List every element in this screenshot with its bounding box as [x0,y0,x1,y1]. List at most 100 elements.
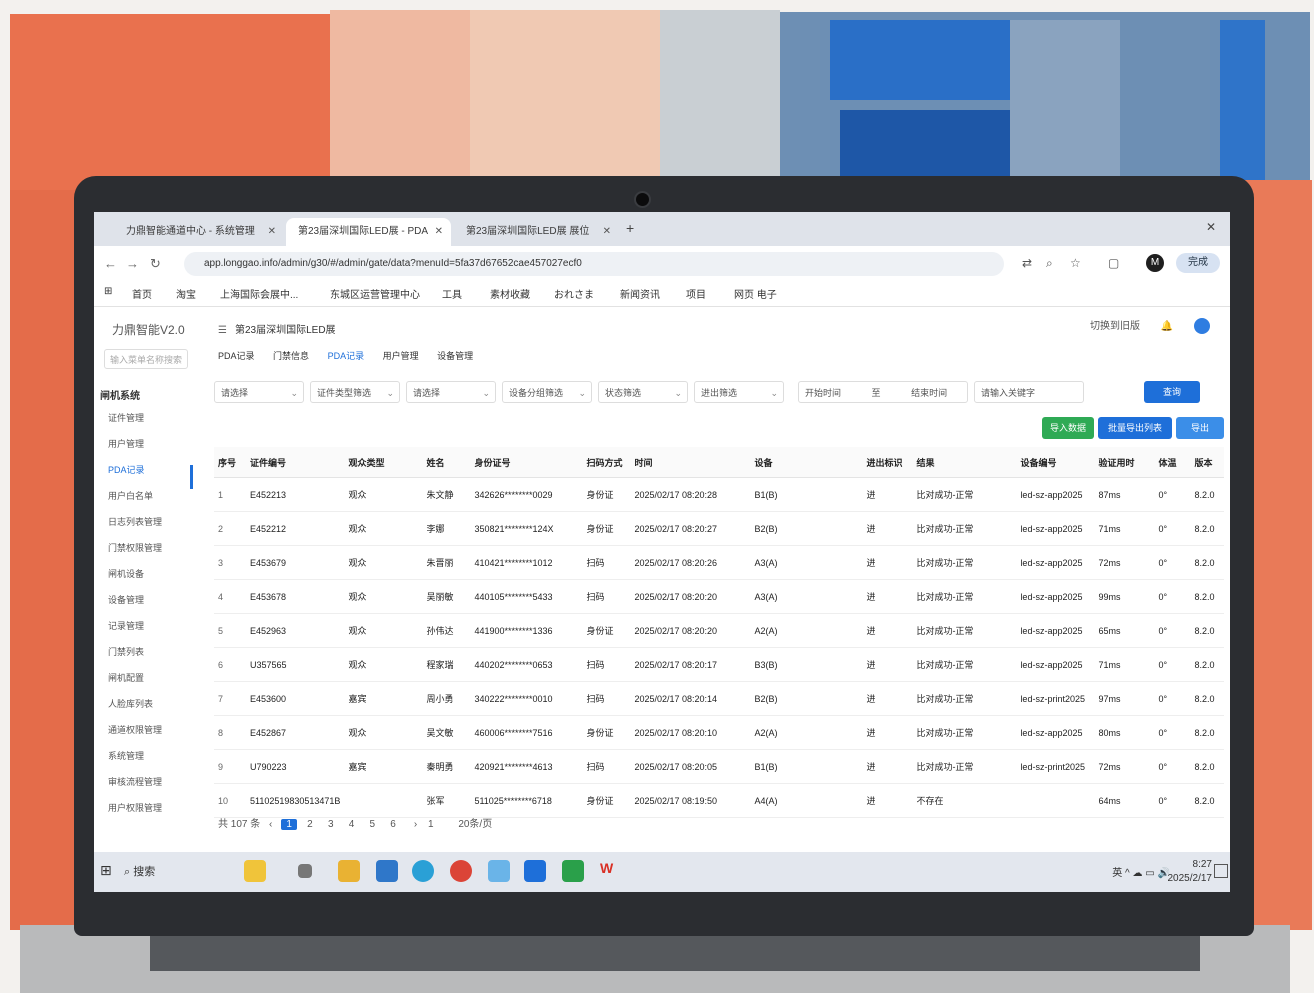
sidebar-item-active[interactable]: PDA记录 [108,463,145,476]
finish-button[interactable]: 完成 [1176,253,1220,273]
sidebar-item[interactable]: 闸机配置 [108,671,144,684]
sidebar-item[interactable]: 审核流程管理 [108,775,162,788]
bookmark[interactable]: 新闻资讯 [620,286,660,301]
filter-select[interactable]: 状态筛选 ⌄ [598,381,688,403]
translate-icon[interactable]: ⇄ [1022,256,1032,270]
close-icon[interactable]: ✕ [268,218,276,246]
column-header[interactable]: 序号 [214,447,246,478]
feishu-icon[interactable] [524,860,546,882]
page-size-select[interactable]: 20条/页 [458,819,492,830]
column-header[interactable]: 版本 [1190,447,1224,478]
url-field[interactable]: app.longgao.info/admin/g30/#/admin/gate/… [184,252,1004,276]
todo-icon[interactable] [562,860,584,882]
page-tab[interactable]: 用户管理 [383,351,419,361]
browser-tab[interactable]: 力鼎智能通道中心 - 系统管理 ✕ [114,218,284,246]
column-header[interactable]: 姓名 [422,447,471,478]
clock[interactable]: 8:27 2025/2/17 [1168,858,1213,886]
table-row[interactable]: 1 E452213 观众 朱文静 342626********0029 身份证 2025/0… [214,477,1224,512]
sidebar-item[interactable]: 用户白名单 [108,489,153,502]
batch-export-button[interactable]: 批量导出列表 [1098,417,1172,439]
star-icon[interactable]: ☆ [1070,256,1081,270]
filter-select[interactable]: 进出筛选 ⌄ [694,381,784,403]
sidebar-item[interactable]: 设备管理 [108,593,144,606]
bookmark[interactable]: 东城区运营管理中心 [330,286,420,301]
forward-icon[interactable]: → [126,256,139,271]
bell-icon[interactable]: 🔔 [1161,321,1173,332]
menu-toggle-icon[interactable]: ☰ [218,325,227,336]
edge-icon[interactable] [412,860,434,882]
table-row[interactable]: 5 E452963 观众 孙伟达 441900********1336 身份证 2025/0… [214,613,1224,648]
sidebar-item[interactable]: 系统管理 [108,749,144,762]
apps-icon[interactable]: ⊞ [104,286,112,297]
bookmark[interactable]: 项目 [686,286,706,301]
sidebar-search-input[interactable]: 输入菜单名称搜索 [104,349,188,369]
table-row[interactable]: 9 U790223 嘉宾 秦明勇 420921********4613 扫码 2025/02… [214,749,1224,784]
bookmark[interactable]: 首页 [132,286,152,301]
table-row[interactable]: 8 E452867 观众 吴文敏 460006********7516 身份证 2025/0… [214,715,1224,750]
sidebar-item[interactable]: 人脸库列表 [108,697,153,710]
page-number[interactable]: 2 [302,819,318,830]
table-row[interactable]: 6 U357565 观众 程家瑞 440202********0653 扫码 2025/02… [214,647,1224,682]
column-header[interactable]: 体温 [1154,447,1191,478]
page-tab[interactable]: 设备管理 [437,351,473,361]
column-header[interactable]: 验证用时 [1094,447,1155,478]
system-tray[interactable]: 英 ^ ☁ ▭ 🔊 [1112,864,1170,879]
window-close-icon[interactable]: ✕ [1206,220,1216,234]
column-header[interactable]: 观众类型 [344,447,423,478]
page-number[interactable]: 3 [323,819,339,830]
bookmark[interactable]: 淘宝 [176,286,196,301]
widgets-icon[interactable] [244,860,266,882]
table-row[interactable]: 10 51102519830513471B 张军 511025********6718… [214,783,1224,818]
bookmark[interactable]: おれさま [554,286,594,301]
page-number[interactable]: 6 [385,819,401,830]
filter-select[interactable]: 请选择 ⌄ [214,381,304,403]
column-header[interactable]: 结果 [912,447,1017,478]
bookmark[interactable]: 网页 电子 [734,286,777,301]
filter-select[interactable]: 证件类型筛选 ⌄ [310,381,400,403]
goto-page-input[interactable]: 1 [428,819,434,830]
sidebar-item[interactable]: 用户权限管理 [108,801,162,814]
sidebar-item[interactable]: 通道权限管理 [108,723,162,736]
file-explorer-icon[interactable] [338,860,360,882]
outlook-icon[interactable] [376,860,398,882]
table-row[interactable]: 7 E453600 嘉宾 周小勇 340222********0010 扫码 2025/02… [214,681,1224,716]
table-row[interactable]: 4 E453678 观众 吴丽敏 440105********5433 扫码 2025/02… [214,579,1224,614]
search-button[interactable]: 查询 [1144,381,1200,403]
sidebar-item[interactable]: 用户管理 [108,437,144,450]
sidebar-item[interactable]: 记录管理 [108,619,144,632]
export-button[interactable]: 导出 [1176,417,1224,439]
next-page-icon[interactable]: › [414,819,417,830]
user-avatar-icon[interactable] [1194,318,1210,335]
show-desktop-icon[interactable] [1214,864,1228,878]
sidebar-item[interactable]: 闸机设备 [108,567,144,580]
page-number[interactable]: 5 [364,819,380,830]
reload-icon[interactable]: ↻ [150,256,161,272]
page-number[interactable]: 1 [281,819,298,830]
column-header[interactable]: 扫码方式 [582,447,631,478]
page-tab[interactable]: 门禁信息 [273,351,309,361]
profile-avatar[interactable]: M [1146,254,1164,272]
column-header[interactable]: 设备 [750,447,863,478]
bookmark[interactable]: 工具 [442,286,462,301]
chrome-icon[interactable] [450,860,472,882]
import-button[interactable]: 导入数据 [1042,417,1094,439]
browser-tab[interactable]: 第23届深圳国际LED展 展位 ✕ [454,218,619,246]
sidebar-group-gate[interactable]: 闸机系统 [100,387,140,402]
zoom-icon[interactable]: ⌕ [1046,256,1053,271]
extensions-icon[interactable]: ▢ [1108,256,1119,270]
back-icon[interactable]: ← [104,256,117,271]
close-icon[interactable]: ✕ [603,218,611,246]
column-header[interactable]: 身份证号 [470,447,583,478]
wps-icon[interactable]: W [600,860,622,882]
page-tab[interactable]: PDA记录 [218,351,255,361]
task-view-icon[interactable] [298,864,312,878]
page-number[interactable]: 4 [344,819,360,830]
date-range-picker[interactable]: 开始时间 至 结束时间 [798,381,968,403]
column-header[interactable]: 设备编号 [1016,447,1095,478]
taskbar-search[interactable]: ⌕ 搜索 [124,863,155,879]
column-header[interactable]: 时间 [630,447,751,478]
sidebar-item[interactable]: 证件管理 [108,411,144,424]
bookmark[interactable]: 上海国际会展中... [220,286,298,301]
page-tab-active[interactable]: PDA记录 [328,351,365,361]
filter-select[interactable]: 设备分组筛选 ⌄ [502,381,592,403]
